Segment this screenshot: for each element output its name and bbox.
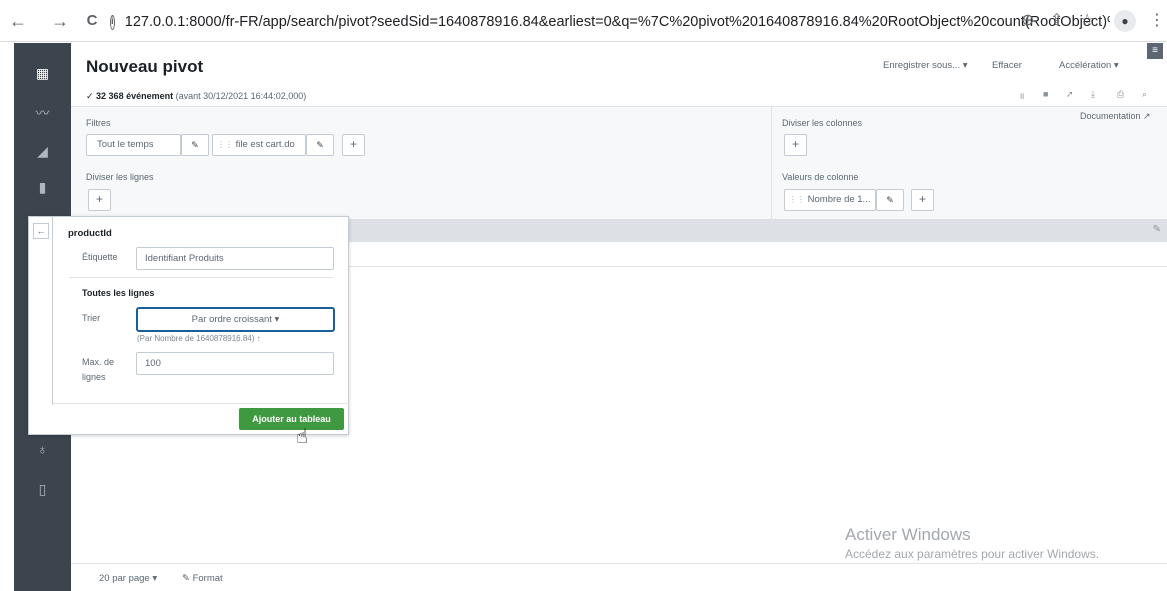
popover-back-column: ← xyxy=(29,217,53,405)
event-time: (avant 30/12/2021 16:44:02,000) xyxy=(175,91,307,101)
add-to-table-button[interactable]: Ajouter au tableau xyxy=(239,408,344,430)
bookmark-star-icon[interactable]: ☆ xyxy=(1080,12,1094,30)
share-job-icon[interactable]: ➚ xyxy=(1066,89,1074,100)
filter-time-chip[interactable]: Tout le temps xyxy=(86,134,181,156)
share-icon[interactable]: ⇪ xyxy=(1050,12,1063,30)
filter-file-label: file est cart.do xyxy=(235,139,295,150)
zoom-icon[interactable]: ⊕ xyxy=(1021,12,1034,30)
divider xyxy=(69,277,333,278)
field-name: productId xyxy=(68,228,112,239)
max-rows-input[interactable]: 100 xyxy=(136,352,334,375)
table-icon[interactable]: ▦ xyxy=(14,65,71,82)
bar-chart-icon[interactable]: ▮ xyxy=(14,179,71,196)
forward-icon[interactable]: → xyxy=(50,12,70,30)
address-bar[interactable]: i 127.0.0.1:8000/fr-FR/app/search/pivot?… xyxy=(110,9,1110,35)
browser-toolbar: ← → C i 127.0.0.1:8000/fr-FR/app/search/… xyxy=(0,0,1167,42)
acceleration-button[interactable]: Accélération ▾ xyxy=(1059,60,1119,71)
panel-divider xyxy=(771,107,772,220)
export-icon[interactable]: ⤓ xyxy=(1091,89,1095,100)
max-rows-label-line1: Max. de xyxy=(82,357,115,367)
all-rows-section-title: Toutes les lignes xyxy=(82,288,155,298)
add-split-row-button[interactable]: + xyxy=(88,189,111,211)
gauge-icon[interactable]: ♁ xyxy=(14,441,71,457)
inspect-icon[interactable]: ⌕ xyxy=(1142,89,1147,100)
filters-label: Filtres xyxy=(86,118,111,128)
back-icon[interactable]: ← xyxy=(8,12,28,30)
ruler-icon[interactable]: ▯ xyxy=(14,481,71,498)
save-as-button[interactable]: Enregistrer sous... ▾ xyxy=(883,60,968,71)
event-count: ✓ 32 368 événement xyxy=(86,91,174,101)
format-button[interactable]: ✎ Format xyxy=(182,573,223,584)
per-page-dropdown[interactable]: 20 par page ▾ xyxy=(99,573,157,584)
add-filter-button[interactable]: + xyxy=(342,134,365,156)
drag-handle-icon[interactable]: ⋮⋮ xyxy=(217,140,233,149)
edit-icon[interactable]: ✎ xyxy=(876,189,904,211)
site-info-icon[interactable]: i xyxy=(110,14,115,30)
results-footer: 20 par page ▾ ✎ Format xyxy=(71,563,1167,591)
event-summary: ✓ 32 368 événement (avant 30/12/2021 16:… xyxy=(86,91,306,102)
split-columns-label: Diviser les colonnes xyxy=(782,118,863,128)
sort-label: Trier xyxy=(82,313,101,323)
page-title: Nouveau pivot xyxy=(86,57,204,76)
watermark-subtitle: Accédez aux paramètres pour activer Wind… xyxy=(845,547,1100,561)
sort-dropdown[interactable]: Par ordre croissant ▾ xyxy=(136,307,335,332)
pause-icon[interactable]: ॥ xyxy=(1019,89,1024,102)
column-value-chip[interactable]: ⋮⋮ Nombre de 1... xyxy=(784,189,876,211)
split-row-popover: ← productId Étiquette Identifiant Produi… xyxy=(28,216,350,435)
browser-menu-icon[interactable]: ⋮ xyxy=(1149,12,1165,30)
column-value-label: Nombre de 1... xyxy=(807,194,871,205)
edit-icon[interactable]: ✎ xyxy=(181,134,209,156)
column-values-label: Valeurs de colonne xyxy=(782,172,859,182)
activity-icon[interactable]: 〰 xyxy=(14,103,71,123)
watermark-title: Activer Windows xyxy=(845,525,971,544)
sort-help-text: (Par Nombre de 1640878916.84) ↑ xyxy=(137,334,261,343)
label-input[interactable]: Identifiant Produits xyxy=(136,247,334,270)
reload-icon[interactable]: C xyxy=(82,12,102,30)
stop-icon[interactable]: ■ xyxy=(1043,89,1048,99)
split-rows-label: Diviser les lignes xyxy=(86,172,154,182)
documentation-link[interactable]: Documentation ↗ xyxy=(1080,111,1151,122)
clear-button[interactable]: Effacer xyxy=(992,60,1022,71)
label-field-label: Étiquette xyxy=(82,252,118,262)
url-text: 127.0.0.1:8000/fr-FR/app/search/pivot?se… xyxy=(124,14,1110,30)
drag-handle-icon[interactable]: ⋮⋮ xyxy=(789,195,805,204)
profile-avatar[interactable]: ● xyxy=(1114,10,1136,32)
add-column-value-button[interactable]: + xyxy=(911,189,934,211)
filter-file-chip[interactable]: ⋮⋮ file est cart.do xyxy=(212,134,306,156)
max-rows-label-line2: lignes xyxy=(82,372,106,382)
menu-icon[interactable]: ≡ xyxy=(1147,43,1163,59)
pivot-config-panel: Filtres Tout le temps ✎ ⋮⋮ file est cart… xyxy=(71,106,1167,220)
divider xyxy=(53,403,350,404)
hand-cursor-icon: ☝ xyxy=(296,426,309,448)
edit-icon[interactable]: ✎ xyxy=(1153,224,1161,235)
back-arrow-icon[interactable]: ← xyxy=(33,223,49,239)
area-chart-icon[interactable]: ◢ xyxy=(14,143,71,160)
add-split-column-button[interactable]: + xyxy=(784,134,807,156)
edit-icon[interactable]: ✎ xyxy=(306,134,334,156)
print-icon[interactable]: ⎙ xyxy=(1117,89,1124,100)
